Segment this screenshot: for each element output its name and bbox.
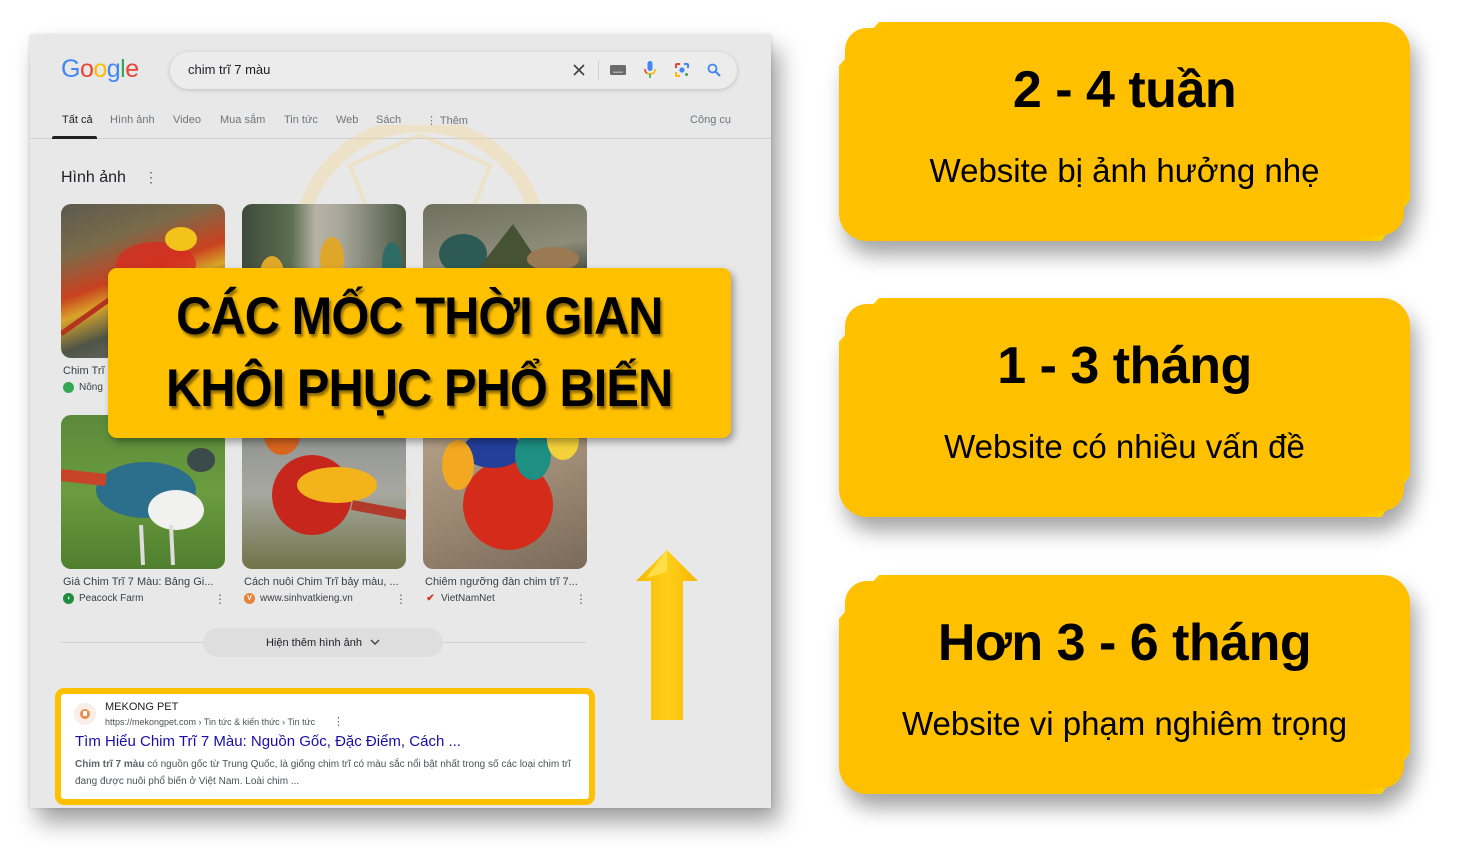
google-logo[interactable]: Google — [61, 55, 139, 84]
images-section-heading: Hình ảnh — [61, 169, 126, 186]
timeline-description: Website có nhiều vấn đề — [944, 428, 1305, 465]
image-source[interactable]: ✔ VietNamNet — [425, 593, 495, 604]
image-caption[interactable]: Cách nuôi Chim Trĩ bảy màu, ... — [244, 576, 404, 588]
up-arrow-icon — [636, 550, 698, 720]
banner-title-line-2: KHÔI PHỤC PHỔ BIẾN — [166, 359, 673, 418]
show-more-images-button[interactable]: Hiện thêm hình ảnh — [203, 628, 443, 657]
clear-icon[interactable] — [569, 60, 589, 80]
search-icon[interactable] — [704, 60, 724, 80]
image-source[interactable]: ◖ Peacock Farm — [63, 593, 143, 604]
tab-video[interactable]: Video — [173, 114, 201, 126]
image-source-name: Peacock Farm — [79, 593, 144, 604]
microphone-icon[interactable] — [640, 60, 660, 80]
source-favicon-icon: ✔ — [426, 593, 435, 604]
logo-letter: e — [125, 55, 139, 83]
result-site-name: MEKONG PET — [105, 701, 179, 713]
image-source[interactable]: V www.sinhvatkieng.vn — [244, 593, 353, 604]
search-bar[interactable]: chim trĩ 7 màu — [170, 52, 737, 89]
tab-books[interactable]: Sách — [376, 114, 401, 126]
timeline-card: Hơn 3 - 6 tháng Website vi phạm nghiêm t… — [839, 575, 1410, 794]
tab-images[interactable]: Hình ảnh — [110, 114, 155, 126]
timeline-duration: Hơn 3 - 6 tháng — [937, 614, 1312, 672]
snippet-highlight: Chim trĩ 7 màu — [75, 759, 145, 770]
image-source-name: Nông — [79, 382, 103, 393]
chevron-down-icon — [370, 639, 380, 645]
image-source-name: www.sinhvatkieng.vn — [260, 593, 353, 604]
image-caption[interactable]: Chim Trĩ — [63, 365, 108, 377]
more-options-icon[interactable]: ⋮ — [333, 715, 344, 728]
image-result-thumbnail[interactable] — [423, 415, 587, 569]
show-more-images-label: Hiện thêm hình ảnh — [265, 636, 362, 649]
more-options-icon[interactable]: ⋮ — [395, 592, 407, 606]
more-options-icon[interactable]: ⋮ — [575, 592, 587, 606]
site-favicon-icon — [74, 703, 96, 725]
search-input[interactable]: chim trĩ 7 màu — [188, 62, 270, 77]
more-options-icon[interactable]: ⋮ — [214, 592, 226, 606]
tab-shopping[interactable]: Mua sắm — [220, 114, 265, 126]
source-favicon-icon — [63, 382, 74, 393]
logo-letter: o — [79, 55, 94, 83]
banner-title-line-1: CÁC MỐC THỜI GIAN — [176, 287, 663, 346]
more-options-icon[interactable]: ⋮ — [144, 169, 158, 186]
result-snippet: Chim trĩ 7 màu có nguồn gốc từ Trung Quố… — [75, 756, 580, 790]
image-source[interactable]: Nông — [63, 382, 103, 393]
active-tab-indicator — [52, 136, 97, 139]
snippet-text: có nguồn gốc từ Trung Quốc, là giống chi… — [75, 759, 571, 787]
logo-letter: G — [61, 55, 80, 83]
search-divider — [598, 61, 599, 81]
result-title-link[interactable]: Tìm Hiểu Chim Trĩ 7 Màu: Nguồn Gốc, Đặc … — [75, 733, 461, 750]
timeline-duration: 1 - 3 tháng — [997, 337, 1252, 395]
search-tabs: Tất cả Hình ảnh Video Mua sắm Tin tức We… — [30, 111, 771, 139]
tab-web[interactable]: Web — [336, 114, 358, 126]
title-banner: CÁC MỐC THỜI GIAN KHÔI PHỤC PHỔ BIẾN — [108, 268, 731, 438]
highlighted-search-result[interactable]: MEKONG PET https://mekongpet.com › Tin t… — [55, 688, 595, 805]
timeline-description: Website vi phạm nghiêm trọng — [901, 705, 1348, 742]
tab-more[interactable]: ⋮ Thêm — [426, 114, 468, 127]
image-source-name: VietNamNet — [441, 593, 495, 604]
timeline-card: 1 - 3 tháng Website có nhiều vấn đề — [839, 298, 1410, 517]
timeline-description: Website bị ảnh hưởng nhẹ — [929, 152, 1320, 189]
tab-all[interactable]: Tất cả — [62, 114, 93, 126]
google-lens-icon[interactable] — [672, 60, 692, 80]
keyboard-icon[interactable] — [608, 60, 628, 80]
logo-letter: g — [106, 55, 121, 83]
source-favicon-icon: ◖ — [63, 593, 74, 604]
logo-letter: o — [93, 55, 107, 83]
image-caption[interactable]: Chiêm ngưỡng đàn chim trĩ 7... — [425, 576, 585, 588]
image-result-thumbnail[interactable] — [61, 415, 225, 569]
source-favicon-icon: V — [244, 593, 255, 604]
timeline-duration: 2 - 4 tuần — [1012, 61, 1237, 119]
image-caption[interactable]: Giá Chim Trĩ 7 Màu: Bảng Gi... — [63, 576, 223, 588]
tools-button[interactable]: Công cụ — [690, 114, 731, 126]
tab-news[interactable]: Tin tức — [284, 114, 318, 126]
timeline-card: 2 - 4 tuần Website bị ảnh hưởng nhẹ — [839, 22, 1410, 241]
result-url-breadcrumb[interactable]: https://mekongpet.com › Tin tức & kiến t… — [105, 717, 315, 727]
image-result-thumbnail[interactable] — [242, 415, 406, 569]
